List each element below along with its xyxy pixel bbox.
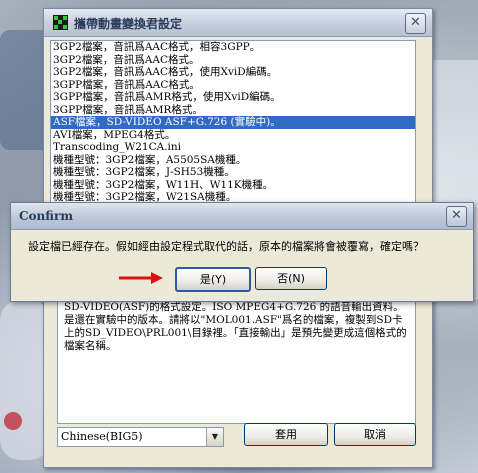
confirm-dialog: Confirm ✕ 設定檔已經存在。假如經由設定程式取代的話，原本的檔案將會被覆… — [10, 202, 474, 302]
red-arrow-icon — [119, 272, 163, 284]
list-item[interactable]: 機種型號：3GP2檔案，J-SH53機種。 — [51, 166, 415, 179]
desktop-decoration — [4, 412, 22, 430]
close-button[interactable]: ✕ — [405, 13, 426, 34]
app-icon — [53, 15, 68, 30]
confirm-message: 設定檔已經存在。假如經由設定程式取代的話，原本的檔案將會被覆寫，確定嗎？ — [28, 240, 424, 253]
list-item[interactable]: 3GPP檔案，音訊爲AMR格式，使用XviD編碼。 — [51, 91, 415, 104]
cancel-button[interactable]: 取消 — [334, 423, 416, 446]
apply-button[interactable]: 套用 — [244, 423, 328, 446]
description-text: SD-VIDEO(ASF)的格式設定。ISO MPEG4+G.726 的語音輸出… — [57, 297, 416, 424]
chevron-down-icon[interactable]: ▼ — [206, 428, 223, 446]
list-item[interactable]: 3GPP檔案，音訊爲AMR格式。 — [51, 104, 415, 117]
confirm-close-button[interactable]: ✕ — [446, 206, 467, 227]
title-bar[interactable]: 攜帶動畫變換君設定 ✕ — [44, 9, 432, 37]
list-item[interactable]: 3GP2檔案，音訊爲AAC格式，使用XviD編碼。 — [51, 66, 415, 79]
list-item[interactable]: 機種型號：3GP2檔案，A5505SA機種。 — [51, 154, 415, 167]
confirm-title: Confirm — [19, 209, 74, 223]
window-title: 攜帶動畫變換君設定 — [74, 17, 183, 31]
list-item[interactable]: Transcoding_W21CA.ini — [51, 141, 415, 154]
language-value: Chinese(BIG5) — [61, 430, 143, 443]
confirm-title-bar[interactable]: Confirm ✕ — [11, 203, 473, 230]
list-item[interactable]: 3GP2檔案，音訊爲AAC格式，相容3GPP。 — [51, 41, 415, 54]
yes-button[interactable]: 是(Y) — [175, 267, 251, 292]
profile-list[interactable]: 3GP2檔案，音訊爲AAC格式，相容3GPP。 3GP2檔案，音訊爲AAC格式。 3… — [50, 40, 416, 210]
no-button[interactable]: 否(N) — [255, 267, 327, 290]
list-item[interactable]: 機種型號：3GP2檔案，W11H、W11K機種。 — [51, 179, 415, 192]
list-item[interactable]: 3GP2檔案，音訊爲AAC格式。 — [51, 54, 415, 67]
language-select[interactable]: Chinese(BIG5) ▼ — [57, 427, 224, 447]
list-item[interactable]: ASF檔案，SD-VIDEO ASF+G.726 (實驗中)。 — [51, 116, 415, 129]
list-item[interactable]: 3GPP檔案，音訊爲AAC格式。 — [51, 79, 415, 92]
list-item[interactable]: AVI檔案，MPEG4格式。 — [51, 129, 415, 142]
